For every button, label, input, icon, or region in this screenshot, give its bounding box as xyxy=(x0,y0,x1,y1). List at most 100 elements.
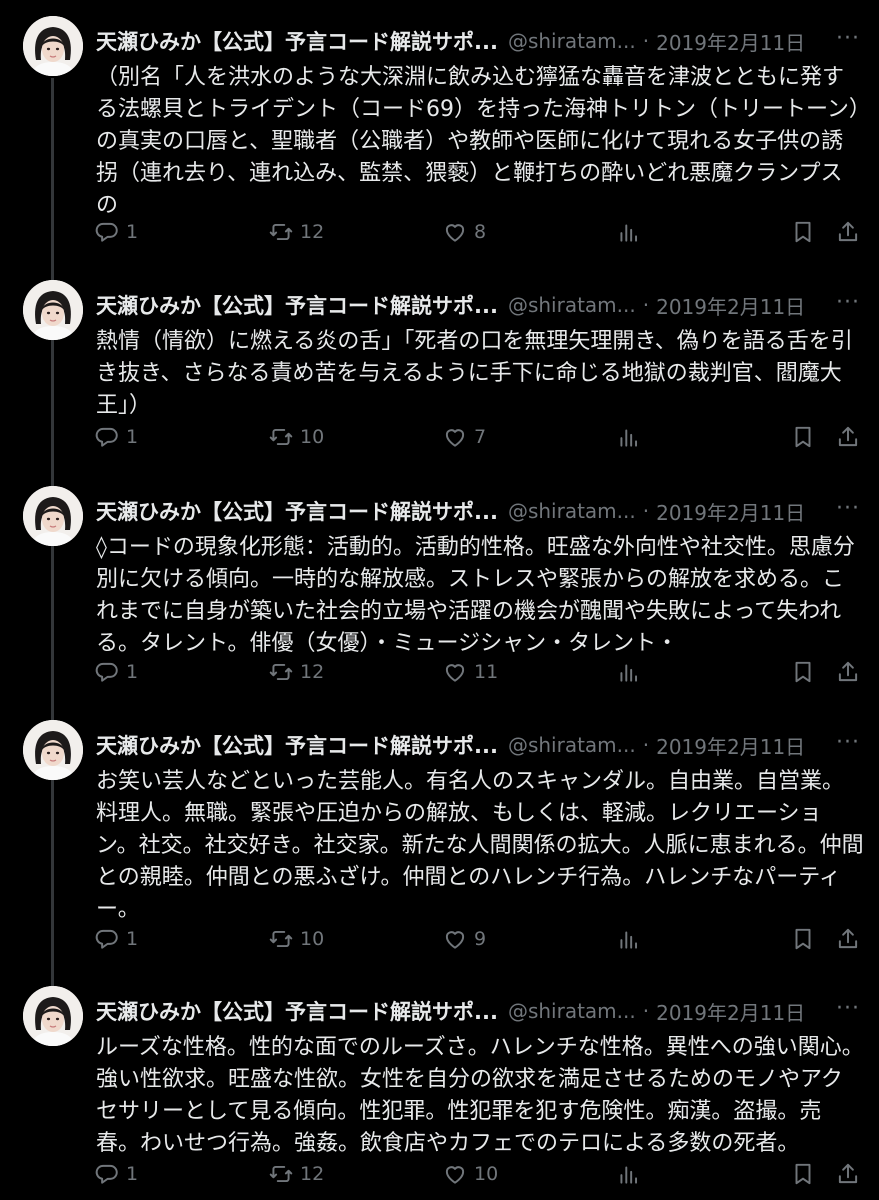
bookmark-icon xyxy=(790,424,816,450)
more-options-icon[interactable]: ··· xyxy=(836,496,860,521)
reply-button[interactable]: 1 xyxy=(94,1159,138,1189)
action-bar: 1 10 7 xyxy=(0,422,879,452)
retweet-button[interactable]: 10 xyxy=(268,422,324,452)
reply-count: 1 xyxy=(126,221,139,243)
share-button[interactable] xyxy=(835,422,861,452)
reply-button[interactable]: 1 xyxy=(94,657,138,687)
bookmark-button[interactable] xyxy=(790,657,816,687)
views-button[interactable] xyxy=(616,924,642,954)
more-options-icon[interactable]: ··· xyxy=(836,290,860,315)
action-bar: 1 12 8 xyxy=(0,217,879,247)
timestamp[interactable]: 2019年2月11日 xyxy=(656,497,805,526)
timestamp[interactable]: 2019年2月11日 xyxy=(656,291,805,320)
bookmark-button[interactable] xyxy=(790,924,816,954)
retweet-count: 12 xyxy=(300,661,325,683)
views-icon xyxy=(616,926,642,952)
retweet-icon xyxy=(268,926,294,952)
like-count: 10 xyxy=(474,1163,499,1185)
views-button[interactable] xyxy=(616,422,642,452)
reply-count: 1 xyxy=(126,426,139,448)
reply-button[interactable]: 1 xyxy=(94,924,138,954)
more-options-icon[interactable]: ··· xyxy=(836,996,860,1021)
separator-dot: · xyxy=(642,499,650,523)
action-bar: 1 12 10 xyxy=(0,1159,879,1189)
user-handle[interactable]: @shiratam... xyxy=(508,999,636,1023)
avatar[interactable] xyxy=(23,280,83,340)
avatar[interactable] xyxy=(23,486,83,546)
display-name[interactable]: 天瀬ひみか【公式】予言コード解説サポ... xyxy=(96,496,498,526)
reply-icon xyxy=(94,926,120,952)
reply-button[interactable]: 1 xyxy=(94,217,138,247)
reply-count: 1 xyxy=(126,928,139,950)
tweet-text: ◊コードの現象化形態：活動的。活動的性格。旺盛な外向性や社交性。思慮分別に欠ける… xyxy=(96,535,855,656)
views-icon xyxy=(616,1161,642,1187)
share-button[interactable] xyxy=(835,1159,861,1189)
like-icon xyxy=(442,659,468,685)
views-button[interactable] xyxy=(616,1159,642,1189)
like-icon xyxy=(442,1161,468,1187)
tweet-text: 熱情（情欲）に燃える炎の舌」「死者の口を無理矢理開き、偽りを語る舌を引き抜き、さ… xyxy=(96,329,853,418)
reply-count: 1 xyxy=(126,1163,139,1185)
retweet-count: 12 xyxy=(300,1163,325,1185)
reply-button[interactable]: 1 xyxy=(94,422,138,452)
share-icon xyxy=(835,219,861,245)
display-name[interactable]: 天瀬ひみか【公式】予言コード解説サポ... xyxy=(96,290,498,320)
like-button[interactable]: 9 xyxy=(442,924,486,954)
bookmark-button[interactable] xyxy=(790,217,816,247)
like-icon xyxy=(442,424,468,450)
share-icon xyxy=(835,1161,861,1187)
share-button[interactable] xyxy=(835,217,861,247)
user-handle[interactable]: @shiratam... xyxy=(508,29,636,53)
like-count: 8 xyxy=(474,221,487,243)
action-bar: 1 12 11 xyxy=(0,657,879,687)
display-name[interactable]: 天瀬ひみか【公式】予言コード解説サポ... xyxy=(96,26,498,56)
avatar[interactable] xyxy=(23,16,83,76)
retweet-button[interactable]: 12 xyxy=(268,1159,324,1189)
retweet-icon xyxy=(268,1161,294,1187)
reply-count: 1 xyxy=(126,661,139,683)
timestamp[interactable]: 2019年2月11日 xyxy=(656,27,805,56)
views-button[interactable] xyxy=(616,217,642,247)
display-name[interactable]: 天瀬ひみか【公式】予言コード解説サポ... xyxy=(96,996,498,1026)
like-button[interactable]: 7 xyxy=(442,422,486,452)
views-button[interactable] xyxy=(616,657,642,687)
separator-dot: · xyxy=(642,29,650,53)
avatar[interactable] xyxy=(23,720,83,780)
tweet-header: 天瀬ひみか【公式】予言コード解説サポ... @shiratam... · 201… xyxy=(96,994,866,1028)
bookmark-icon xyxy=(790,1161,816,1187)
like-button[interactable]: 10 xyxy=(442,1159,498,1189)
user-handle[interactable]: @shiratam... xyxy=(508,733,636,757)
timestamp[interactable]: 2019年2月11日 xyxy=(656,997,805,1026)
retweet-button[interactable]: 10 xyxy=(268,924,324,954)
share-button[interactable] xyxy=(835,924,861,954)
more-options-icon[interactable]: ··· xyxy=(836,26,860,51)
share-icon xyxy=(835,926,861,952)
user-handle[interactable]: @shiratam... xyxy=(508,499,636,523)
bookmark-button[interactable] xyxy=(790,422,816,452)
retweet-button[interactable]: 12 xyxy=(268,217,324,247)
like-icon xyxy=(442,926,468,952)
timestamp[interactable]: 2019年2月11日 xyxy=(656,731,805,760)
user-handle[interactable]: @shiratam... xyxy=(508,293,636,317)
like-icon xyxy=(442,219,468,245)
avatar[interactable] xyxy=(23,986,83,1046)
bookmark-button[interactable] xyxy=(790,1159,816,1189)
display-name[interactable]: 天瀬ひみか【公式】予言コード解説サポ... xyxy=(96,730,498,760)
like-button[interactable]: 11 xyxy=(442,657,498,687)
thread-connector xyxy=(51,546,54,721)
thread-connector xyxy=(51,78,54,286)
bookmark-icon xyxy=(790,659,816,685)
bookmark-icon xyxy=(790,219,816,245)
tweet-text: ルーズな性格。性的な面でのルーズさ。ハレンチな性格。異性への強い関心。強い性欲求… xyxy=(96,1035,864,1156)
share-button[interactable] xyxy=(835,657,861,687)
more-options-icon[interactable]: ··· xyxy=(836,730,860,755)
thread-connector xyxy=(51,338,54,488)
separator-dot: · xyxy=(642,733,650,757)
reply-icon xyxy=(94,659,120,685)
reply-icon xyxy=(94,1161,120,1187)
retweet-button[interactable]: 12 xyxy=(268,657,324,687)
views-icon xyxy=(616,424,642,450)
separator-dot: · xyxy=(642,293,650,317)
like-count: 11 xyxy=(474,661,499,683)
like-button[interactable]: 8 xyxy=(442,217,486,247)
